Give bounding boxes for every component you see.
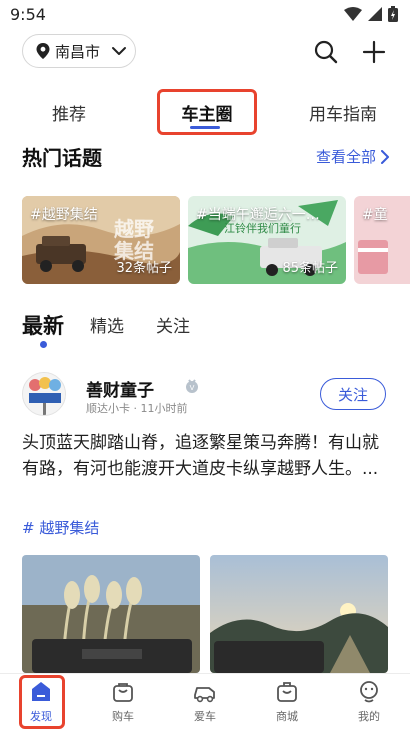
active-nav-highlight (19, 675, 65, 729)
svg-text:V: V (190, 384, 195, 392)
wifi-icon (344, 7, 362, 21)
hot-topics-title: 热门话题 (22, 146, 102, 170)
post-photo[interactable] (22, 555, 200, 673)
search-icon (314, 40, 338, 64)
tab-recommend[interactable]: 推荐 (22, 88, 116, 136)
feed-tab-following[interactable]: 关注 (156, 312, 190, 337)
topic-name: #童 (362, 207, 388, 223)
status-icons (344, 6, 398, 22)
signal-icon (368, 7, 382, 21)
nav-profile[interactable]: 我的 (328, 674, 410, 729)
hot-topics-carousel: 越野 集结 #越野集结 32条帖子 江铃伴我们童行 #当端午邂逅六一… 85条帖… (22, 196, 410, 286)
add-button[interactable] (362, 40, 386, 64)
topic-post-count: 85条帖子 (282, 261, 338, 276)
topic-card[interactable]: 江铃伴我们童行 #当端午邂逅六一… 85条帖子 (188, 196, 346, 284)
city-selector[interactable]: 南昌市 (22, 34, 136, 68)
buy-car-icon (113, 683, 133, 702)
profile-icon (360, 681, 378, 703)
post-photo-image (22, 555, 200, 673)
author-name[interactable]: 善财童子 (86, 376, 154, 401)
feed-tab-featured[interactable]: 精选 (90, 312, 124, 337)
status-bar: 9:54 (0, 0, 410, 30)
nav-label: 购车 (112, 710, 134, 723)
nav-label: 商城 (276, 710, 298, 723)
nav-my-car[interactable]: 爱车 (164, 674, 246, 729)
see-all-label: 查看全部 (315, 148, 376, 166)
active-tab-underline (190, 126, 220, 129)
my-car-icon (194, 687, 215, 703)
nav-label: 我的 (358, 710, 380, 723)
plus-icon (362, 40, 386, 64)
tab-car-guide[interactable]: 用车指南 (296, 88, 390, 136)
follow-button[interactable]: 关注 (320, 378, 386, 410)
topic-post-count: 32条帖子 (116, 261, 172, 276)
chevron-right-icon (381, 149, 389, 164)
active-feed-indicator (40, 341, 47, 348)
topic-name: #当端午邂逅六一… (196, 207, 320, 223)
post-photo[interactable] (210, 555, 388, 673)
post-header: 善财童子 V 顺达小卡 · 11小时前 关注 (22, 372, 388, 420)
search-button[interactable] (314, 40, 338, 64)
city-label: 南昌市 (55, 42, 101, 61)
status-time: 9:54 (10, 5, 46, 24)
nav-mall[interactable]: 商城 (246, 674, 328, 729)
topic-card[interactable]: #童 (354, 196, 410, 284)
feed-tab-latest[interactable]: 最新 (22, 310, 64, 340)
location-pin-icon (36, 43, 50, 59)
mall-icon (277, 682, 297, 702)
post-topic-tag[interactable]: # 越野集结 (22, 517, 99, 538)
avatar[interactable] (22, 372, 66, 416)
top-bar: 南昌市 (0, 34, 410, 70)
topic-card[interactable]: 越野 集结 #越野集结 32条帖子 (22, 196, 180, 284)
feed-tabs: 最新 精选 关注 (22, 312, 382, 352)
nav-buy-car[interactable]: 购车 (82, 674, 164, 729)
post-text[interactable]: 头顶蓝天脚踏山脊，追逐繁星策马奔腾！有山就有路，有河也能渡开大道皮卡纵享越野人生… (22, 430, 388, 482)
verified-badge-icon: V (186, 379, 198, 393)
battery-icon (388, 6, 398, 22)
nav-label: 爱车 (194, 710, 216, 723)
chevron-down-icon (112, 47, 127, 55)
topic-name: #越野集结 (30, 207, 98, 223)
see-all-link[interactable]: 查看全部 (316, 146, 390, 167)
avatar-image (23, 373, 65, 415)
post-photo-image (210, 555, 388, 673)
hot-topics-header: 热门话题 查看全部 (22, 142, 392, 172)
post-meta: 顺达小卡 · 11小时前 (86, 402, 188, 415)
svg-text:越野: 越野 (113, 217, 154, 241)
